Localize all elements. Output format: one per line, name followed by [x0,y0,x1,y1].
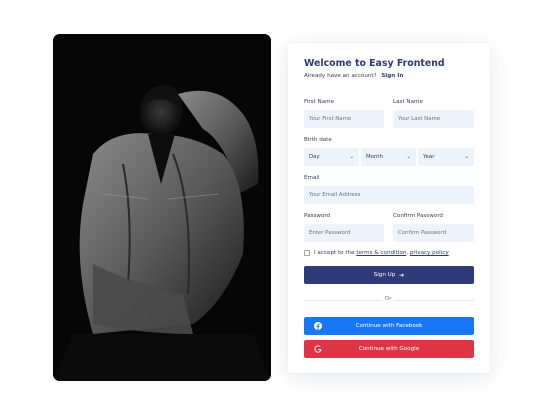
day-select[interactable]: Day ⌄ [304,148,359,166]
sign-in-link[interactable]: Sign In [381,73,403,79]
signin-prompt: Already have an account? Sign In [304,73,403,79]
or-text: Or [382,296,395,302]
month-select[interactable]: Month ⌄ [361,148,416,166]
confirm-password-label: Confirm Password [393,213,443,219]
first-name-input[interactable]: Your First Name [304,110,384,128]
month-select-value: Month [366,154,383,160]
sign-up-button[interactable]: Sign Up ➔ [304,266,474,284]
facebook-button[interactable]: Continue with Facebook [304,317,474,335]
hero-photo [53,34,271,381]
chevron-down-icon: ⌄ [406,154,411,160]
privacy-link[interactable]: privacy policy [410,250,449,256]
sign-up-label: Sign Up [373,272,396,278]
birth-date-label: Birth date [304,137,332,143]
password-input[interactable]: Enter Password [304,224,384,242]
man-in-denim-jacket-image [53,34,271,381]
google-button-label: Continue with Google [358,346,420,352]
email-input[interactable]: Your Email Address [304,186,474,204]
terms-separator: , [406,250,409,256]
chevron-down-icon: ⌄ [464,154,469,160]
year-select[interactable]: Year ⌄ [418,148,474,166]
last-name-label: Last Name [393,99,423,105]
terms-row: I accept to the terms & condition, priva… [304,250,449,256]
arrow-right-icon: ➔ [399,271,405,279]
google-icon [314,345,322,353]
form-title: Welcome to Easy Frontend [304,58,445,69]
google-button[interactable]: Continue with Google [304,340,474,358]
year-select-value: Year [423,154,435,160]
facebook-button-label: Continue with Facebook [355,323,423,329]
confirm-password-input[interactable]: Confirm Password [393,224,474,242]
terms-link[interactable]: terms & condition [356,250,406,256]
email-label: Email [304,175,320,181]
chevron-down-icon: ⌄ [349,154,354,160]
first-name-label: First Name [304,99,335,105]
signup-card: Welcome to Easy Frontend Already have an… [288,43,490,373]
password-label: Password [304,213,331,219]
terms-prefix: I accept to the [314,250,355,256]
terms-checkbox[interactable] [304,250,310,256]
last-name-input[interactable]: Your Last Name [393,110,474,128]
have-account-text: Already have an account? [304,73,377,79]
day-select-value: Day [309,154,320,160]
facebook-icon [314,322,322,330]
